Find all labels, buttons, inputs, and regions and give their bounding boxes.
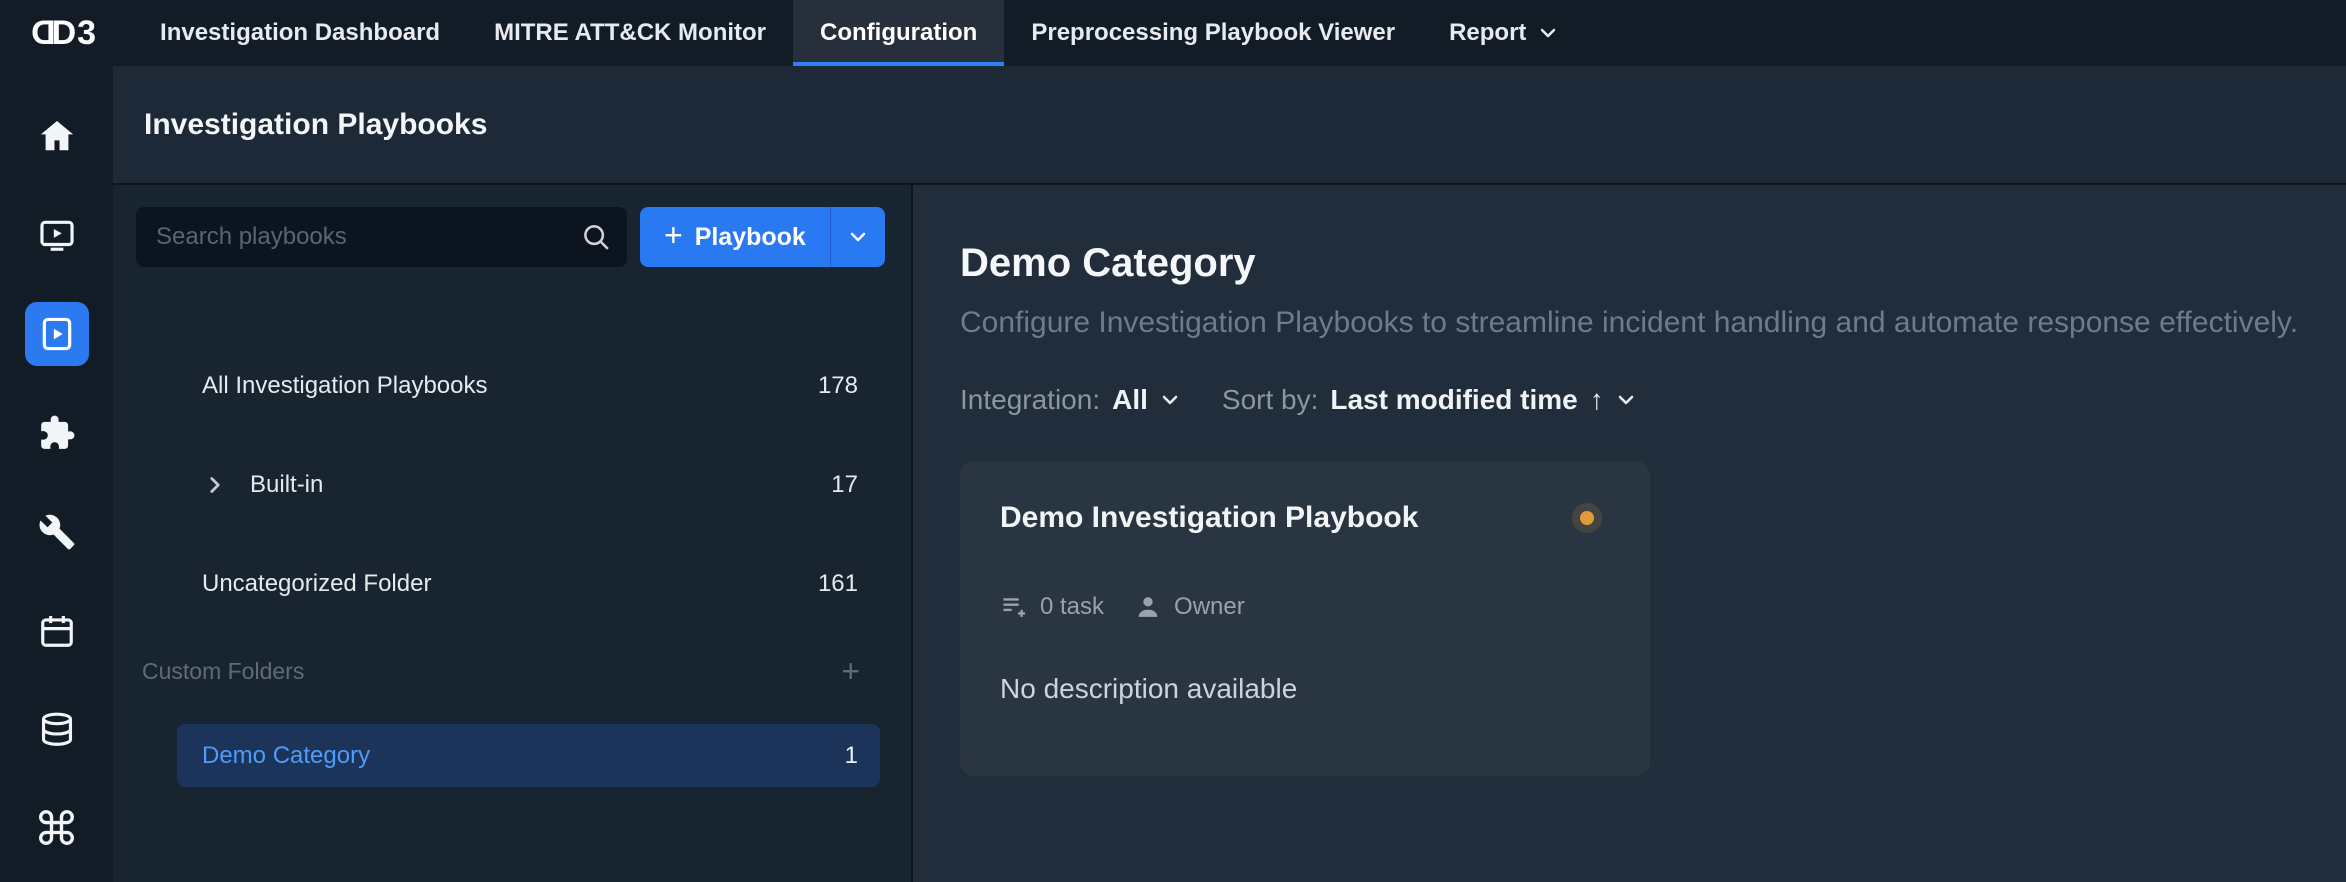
sidebar-item-commands[interactable]: ⌘	[25, 797, 89, 861]
playbook-card-meta: 0 task Owner	[1000, 593, 1610, 621]
page-header: Investigation Playbooks	[113, 66, 2346, 185]
playbook-card-header: Demo Investigation Playbook	[1000, 501, 1610, 535]
category-title: Demo Category	[960, 241, 2306, 286]
app-window: D D3 Investigation Dashboard MITRE ATT&C…	[0, 0, 2346, 882]
d3-logo[interactable]: D D3	[0, 0, 133, 66]
sort-filter[interactable]: Last modified time ↑	[1330, 384, 1637, 416]
category-subtitle: Configure Investigation Playbooks to str…	[960, 306, 2306, 340]
chevron-down-icon	[1536, 21, 1560, 45]
new-playbook-dropdown-button[interactable]	[830, 207, 885, 267]
sidebar-item-home[interactable]	[25, 104, 89, 168]
folder-all-playbooks[interactable]: All Investigation Playbooks 178	[177, 353, 880, 419]
utilities-wrench-icon	[38, 513, 76, 551]
task-count: 0 task	[1000, 593, 1104, 621]
folder-label: All Investigation Playbooks	[202, 372, 818, 400]
integrations-puzzle-icon	[38, 414, 76, 452]
folder-label: Built-in	[250, 471, 831, 499]
sort-filter-label: Sort by:	[1222, 384, 1318, 416]
primary-nav: Investigation Dashboard MITRE ATT&CK Mon…	[133, 0, 1587, 66]
folder-label: Demo Category	[202, 742, 845, 770]
folder-uncategorized[interactable]: Uncategorized Folder 161	[177, 551, 880, 617]
folder-list: All Investigation Playbooks 178 Built-in…	[136, 353, 889, 787]
playbook-card-description: No description available	[1000, 673, 1610, 705]
person-icon	[1134, 593, 1162, 621]
owner-label: Owner	[1174, 593, 1245, 621]
search-icon[interactable]	[581, 222, 611, 252]
nav-report[interactable]: Report	[1422, 0, 1587, 66]
chevron-down-icon	[846, 225, 870, 249]
calendar-icon	[38, 612, 76, 650]
folder-count: 161	[818, 570, 858, 598]
playbook-card-title: Demo Investigation Playbook	[1000, 501, 1418, 535]
database-icon	[38, 711, 76, 749]
sort-filter-value: Last modified time	[1330, 384, 1577, 416]
custom-folders-label: Custom Folders	[142, 658, 304, 685]
nav-investigation-dashboard[interactable]: Investigation Dashboard	[133, 0, 467, 66]
sidebar-item-utilities[interactable]	[25, 500, 89, 564]
folder-count: 1	[845, 742, 858, 770]
panel-toolbar: + Playbook	[136, 207, 889, 267]
owner-info: Owner	[1134, 593, 1245, 621]
search-input[interactable]	[136, 207, 627, 267]
new-playbook-split-button: + Playbook	[640, 207, 885, 267]
nav-configuration[interactable]: Configuration	[793, 0, 1004, 66]
nav-mitre-attack-monitor[interactable]: MITRE ATT&CK Monitor	[467, 0, 793, 66]
integration-filter-value: All	[1112, 384, 1148, 416]
sidebar-item-integrations[interactable]	[25, 401, 89, 465]
task-list-icon	[1000, 593, 1028, 621]
app-frame: ⌘ Investigation Playbooks	[0, 66, 2346, 882]
folder-count: 178	[818, 372, 858, 400]
d3-logo-mark: D	[30, 14, 56, 53]
nav-preprocessing-playbook-viewer[interactable]: Preprocessing Playbook Viewer	[1004, 0, 1422, 66]
body-row: + Playbook All Investigation Playbooks 1…	[113, 185, 2346, 882]
custom-folders-header: Custom Folders +	[142, 650, 860, 692]
playbook-icon	[38, 315, 76, 353]
add-folder-button[interactable]: +	[841, 655, 860, 687]
sidebar-item-playbooks[interactable]	[25, 302, 89, 366]
search-box	[136, 207, 627, 267]
category-detail: Demo Category Configure Investigation Pl…	[913, 185, 2346, 882]
chevron-down-icon	[1158, 388, 1182, 412]
page-title: Investigation Playbooks	[144, 108, 487, 142]
incident-monitor-icon	[38, 216, 76, 254]
sort-ascending-icon[interactable]: ↑	[1590, 384, 1604, 416]
icon-sidebar: ⌘	[0, 66, 113, 882]
content-area: Investigation Playbooks + Playbook	[113, 66, 2346, 882]
chevron-right-icon[interactable]	[202, 472, 228, 498]
sidebar-item-incidents[interactable]	[25, 203, 89, 267]
playbook-browser-panel: + Playbook All Investigation Playbooks 1…	[113, 185, 913, 882]
d3-logo-text: D3	[52, 14, 97, 53]
folder-count: 17	[831, 471, 858, 499]
filter-bar: Integration: All Sort by: Last modified …	[960, 384, 2306, 416]
folder-built-in[interactable]: Built-in 17	[177, 452, 880, 518]
chevron-down-icon	[1614, 388, 1638, 412]
new-playbook-button[interactable]: + Playbook	[640, 207, 830, 267]
folder-label: Uncategorized Folder	[202, 570, 818, 598]
top-nav-bar: D D3 Investigation Dashboard MITRE ATT&C…	[0, 0, 2346, 66]
new-playbook-button-label: Playbook	[695, 223, 806, 252]
folder-demo-category[interactable]: Demo Category 1	[177, 724, 880, 787]
status-dot	[1580, 511, 1594, 525]
playbook-card[interactable]: Demo Investigation Playbook 0 task Owner	[960, 461, 1650, 776]
integration-filter-label: Integration:	[960, 384, 1100, 416]
sidebar-item-data[interactable]	[25, 698, 89, 762]
home-icon	[38, 117, 76, 155]
plus-icon: +	[664, 217, 683, 254]
nav-report-label: Report	[1449, 19, 1526, 47]
integration-filter[interactable]: All	[1112, 384, 1182, 416]
command-icon: ⌘	[34, 806, 80, 852]
task-count-label: 0 task	[1040, 593, 1104, 621]
sidebar-item-schedule[interactable]	[25, 599, 89, 663]
